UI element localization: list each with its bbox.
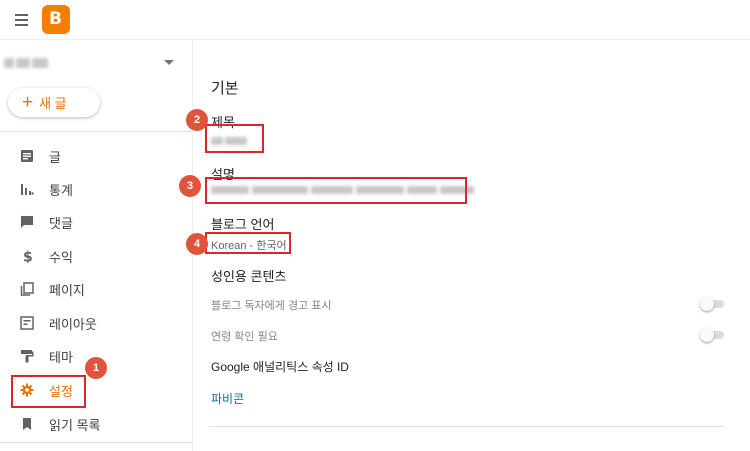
- age-check-label: 연령 확인 필요: [211, 331, 278, 343]
- blogger-logo[interactable]: B: [42, 5, 70, 34]
- sidebar-item-stats[interactable]: 통계: [0, 174, 192, 204]
- comments-icon: [21, 216, 33, 228]
- new-post-button[interactable]: + 새 글: [8, 88, 100, 117]
- age-check-toggle[interactable]: [700, 328, 724, 342]
- blog-selector-dropdown-icon[interactable]: [164, 60, 174, 65]
- sidebar-item-label: 레이아웃: [49, 316, 97, 332]
- adult-content-label: 성인용 콘텐츠: [211, 269, 287, 284]
- logo-letter: B: [49, 9, 62, 29]
- reader-warning-toggle[interactable]: [700, 297, 724, 311]
- sidebar-item-posts[interactable]: 글: [0, 141, 192, 171]
- blog-name-blurred[interactable]: [4, 58, 48, 72]
- theme-roller-icon: [21, 350, 34, 363]
- sidebar-item-label: 글: [49, 149, 61, 165]
- bookmark-icon: [23, 418, 31, 430]
- toggle-knob: [700, 328, 714, 342]
- plus-icon: +: [22, 92, 34, 113]
- sidebar-item-comments[interactable]: 댓글: [0, 207, 192, 237]
- highlight-box-language: [205, 232, 291, 254]
- section-divider: [209, 426, 725, 427]
- highlight-box-settings: [11, 375, 86, 408]
- annotation-badge-3: 3: [179, 175, 201, 197]
- sidebar-item-label: 테마: [49, 349, 73, 365]
- sidebar-item-label: 읽기 목록: [49, 417, 101, 433]
- sidebar-item-label: 통계: [49, 182, 73, 198]
- sidebar-divider: [0, 131, 192, 132]
- reader-warning-label: 블로그 독자에게 경고 표시: [211, 300, 332, 312]
- annotation-badge-1: 1: [85, 357, 107, 379]
- hamburger-menu-icon[interactable]: [12, 10, 32, 30]
- language-label: 블로그 언어: [211, 217, 275, 232]
- sidebar-item-layout[interactable]: 레이아웃: [0, 308, 192, 338]
- posts-icon: [21, 150, 33, 162]
- sidebar-item-earnings[interactable]: $ 수익: [0, 241, 192, 271]
- stats-icon: [21, 184, 34, 195]
- annotation-badge-4: 4: [186, 233, 208, 255]
- favicon-link[interactable]: 파비콘: [211, 390, 244, 407]
- svg-text:$: $: [23, 250, 33, 264]
- highlight-box-description: [205, 177, 467, 204]
- layout-icon: [20, 316, 34, 330]
- toggle-knob: [700, 297, 714, 311]
- sidebar-item-label: 댓글: [49, 215, 73, 231]
- sidebar-item-label: 페이지: [49, 282, 85, 298]
- sidebar-bottom-divider: [0, 442, 192, 443]
- sidebar-item-reading-list[interactable]: 읽기 목록: [0, 409, 192, 439]
- top-bar: B: [0, 0, 750, 40]
- section-title: 기본: [211, 80, 239, 97]
- analytics-label[interactable]: Google 애널리틱스 속성 ID: [211, 358, 349, 375]
- new-post-label: 새 글: [39, 96, 67, 111]
- highlight-box-title: [205, 124, 264, 153]
- dollar-icon: $: [23, 250, 33, 264]
- sidebar-item-pages[interactable]: 페이지: [0, 274, 192, 304]
- sidebar-item-label: 수익: [49, 249, 73, 265]
- pages-icon: [20, 282, 34, 296]
- annotation-badge-2: 2: [186, 109, 208, 131]
